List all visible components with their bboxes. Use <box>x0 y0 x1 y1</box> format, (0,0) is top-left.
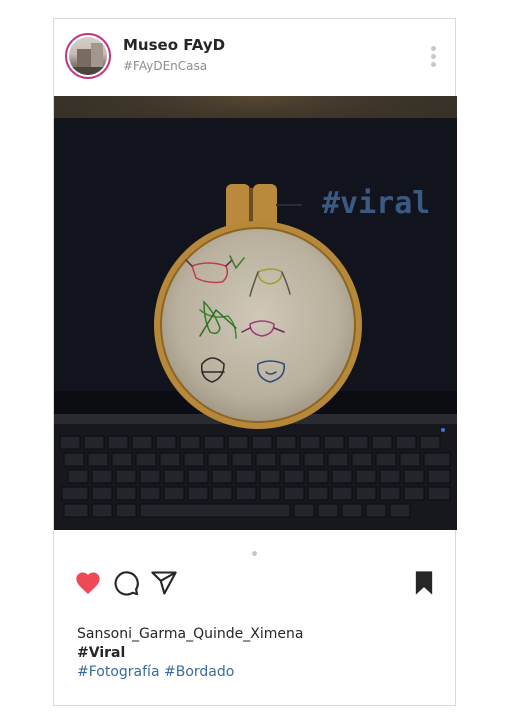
caption-tag[interactable]: #Fotografía <box>77 664 160 680</box>
caption-author[interactable]: Sansoni_Garma_Quinde_Ximena <box>77 625 437 644</box>
avatar[interactable] <box>65 33 111 79</box>
bookmark-icon[interactable] <box>410 569 438 597</box>
account-name[interactable]: Museo FAyD <box>123 36 225 54</box>
post-header: Museo FAyD #FAyDEnCasa <box>54 19 455 95</box>
carousel-indicator <box>54 543 455 556</box>
post-photo[interactable]: #viral <box>54 96 457 530</box>
more-vertical-icon[interactable] <box>428 46 438 72</box>
post-actions <box>54 569 455 599</box>
caption-tags: #Fotografía #Bordado <box>77 663 437 682</box>
embroidery-photo: #viral <box>54 96 457 530</box>
post-card: Museo FAyD #FAyDEnCasa #viral Sansoni_Ga… <box>53 18 457 706</box>
avatar-image <box>69 37 107 75</box>
send-icon[interactable] <box>150 569 178 597</box>
account-hashtag[interactable]: #FAyDEnCasa <box>123 59 207 73</box>
image-hashtag-text: #viral <box>322 186 430 221</box>
caption-title[interactable]: #Viral <box>77 644 437 663</box>
caption-tag[interactable]: #Bordado <box>164 664 234 680</box>
comment-icon[interactable] <box>112 569 140 597</box>
heart-icon[interactable] <box>74 569 102 597</box>
post-caption: Sansoni_Garma_Quinde_Ximena #Viral #Foto… <box>77 625 437 682</box>
carousel-dot <box>252 551 257 556</box>
